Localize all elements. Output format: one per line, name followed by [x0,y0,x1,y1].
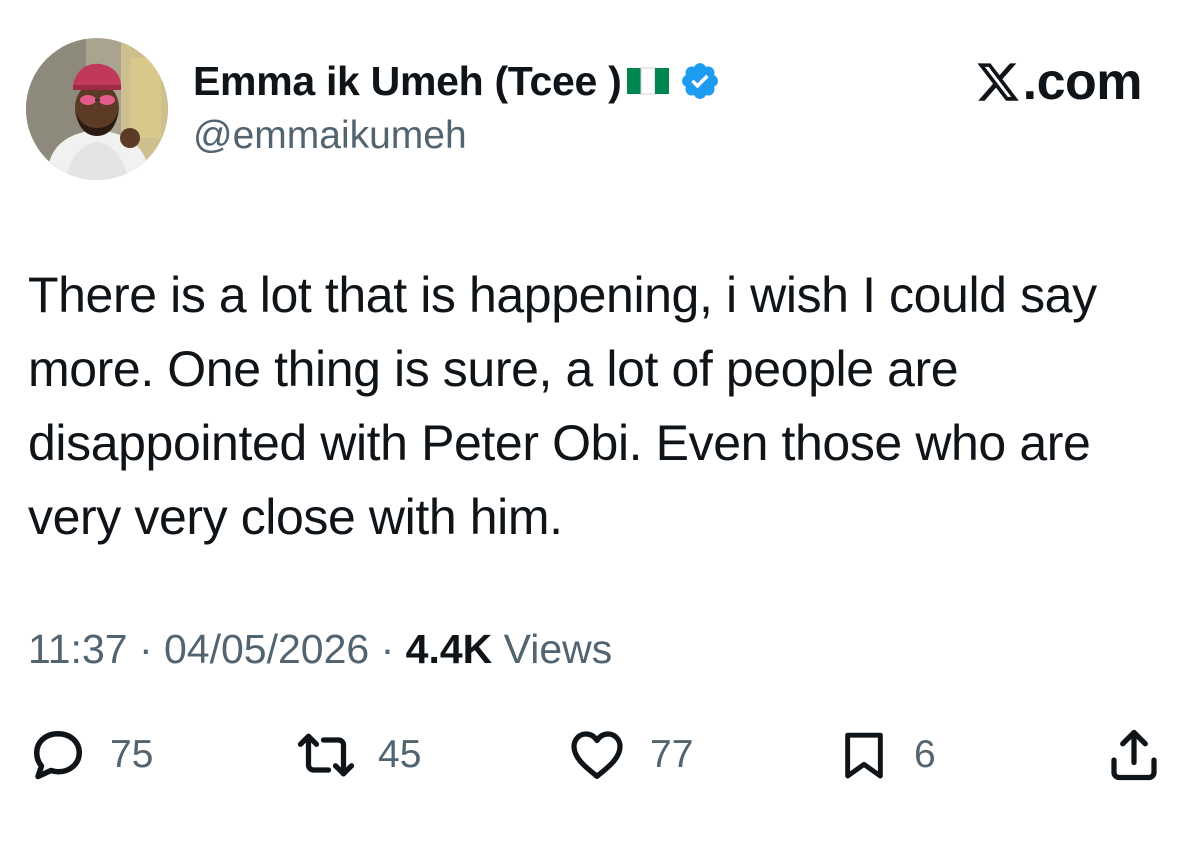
profile-photo [26,38,168,180]
bookmark-icon [845,732,883,779]
meta-separator: · [127,626,164,672]
reply-count: 75 [110,733,154,776]
repost-count: 45 [378,733,422,776]
like-count: 77 [650,733,694,776]
tweet-text: There is a lot that is happening, i wish… [28,267,1097,545]
tweet-date[interactable]: 04/05/2026 [164,626,369,672]
nigeria-flag-icon [625,66,673,96]
brand-domain: .com [1022,53,1143,111]
reply-button[interactable]: 75 [28,720,153,790]
author-display-name[interactable]: Emma ik Umeh (Tcee ) [193,58,622,105]
like-button[interactable]: 77 [566,720,693,790]
bookmark-count: 6 [914,733,936,776]
meta-separator: · [369,626,406,672]
tweet-meta: 11:37 · 04/05/2026 · 4.4K Views [28,626,612,673]
repost-icon [297,733,355,777]
repost-button[interactable]: 45 [296,720,421,790]
verified-badge-icon [679,60,721,102]
share-button[interactable] [1104,720,1164,790]
heart-icon [571,731,623,779]
action-bar: 75 45 77 6 [0,720,1200,790]
avatar[interactable] [26,38,168,180]
reply-icon [34,731,82,780]
x-brand-logo: .com [975,52,1143,112]
bookmark-button[interactable]: 6 [836,720,936,790]
x-logo-icon [977,63,1019,101]
tweet-time[interactable]: 11:37 [28,626,128,672]
views-label: Views [492,626,613,672]
share-icon [1111,729,1157,781]
author-handle[interactable]: @emmaikumeh [193,114,467,158]
author-name-row[interactable]: Emma ik Umeh (Tcee ) [193,55,721,107]
views-count: 4.4K [405,626,493,672]
